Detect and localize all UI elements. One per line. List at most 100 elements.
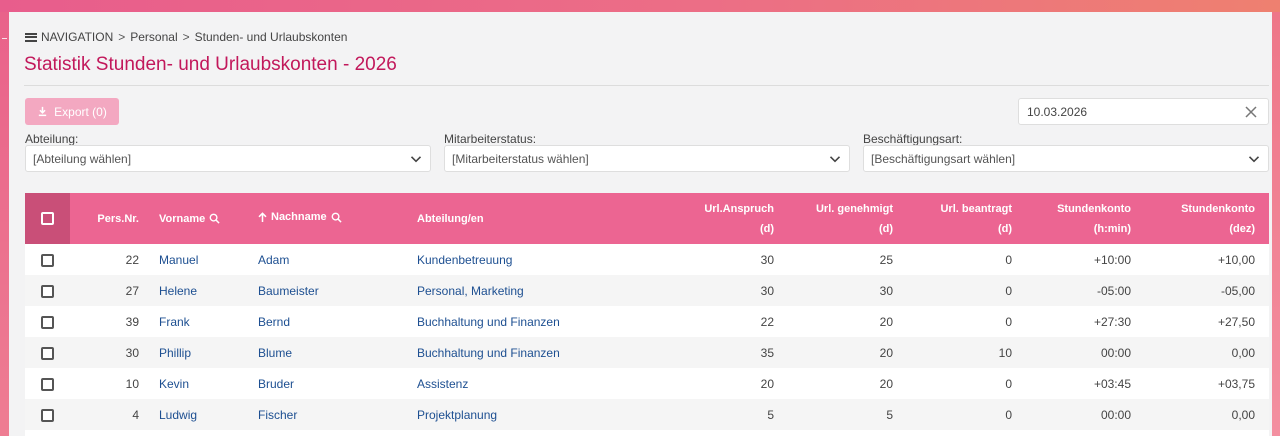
row-select-cell (25, 399, 70, 430)
row-checkbox[interactable] (41, 315, 54, 329)
header-genehmigt-line1: Url. genehmigt (815, 202, 893, 215)
cell-abteilung[interactable]: Kundenbetreuung (411, 244, 681, 275)
table-row[interactable]: 10 Kevin Bruder Assistenz 20 20 0 +03:45… (25, 368, 1269, 399)
export-button[interactable]: Export (0) (25, 98, 119, 125)
breadcrumb-separator-icon: > (118, 30, 126, 44)
cell-genehmigt: 20 (879, 376, 893, 391)
hamburger-menu-icon[interactable] (25, 32, 37, 42)
table-row[interactable]: 27 Helene Baumeister Personal, Marketing… (25, 275, 1269, 306)
cell-abteilung[interactable]: Personal, Marketing (411, 275, 681, 306)
cell-vorname[interactable]: Helene (153, 275, 252, 306)
chevron-down-icon (410, 156, 422, 163)
side-menu-tick (2, 38, 7, 39)
sort-ascending-icon (258, 211, 267, 222)
cell-anspruch: 20 (760, 376, 774, 391)
row-checkbox[interactable] (41, 346, 54, 360)
cell-anspruch: 30 (760, 252, 774, 267)
header-vorname[interactable]: Vorname (153, 193, 252, 244)
cell-konto-dez: -05,00 (1220, 283, 1255, 298)
table-row[interactable]: 30 Phillip Blume Buchhaltung und Finanze… (25, 337, 1269, 368)
header-persnr[interactable]: Pers.Nr. (70, 193, 153, 244)
row-checkbox[interactable] (41, 284, 54, 298)
status-select[interactable]: [Mitarbeiterstatus wählen] (444, 145, 850, 172)
breadcrumb: NAVIGATION > Personal > Stunden- und Url… (25, 29, 347, 45)
select-all-cell (25, 193, 70, 244)
download-icon (38, 106, 47, 117)
cell-nachname[interactable]: Adam (252, 244, 411, 275)
search-icon[interactable] (331, 212, 342, 223)
chevron-down-icon (1248, 156, 1260, 163)
header-abteilung[interactable]: Abteilung/en (411, 193, 681, 244)
side-menu-bar[interactable] (0, 12, 9, 436)
employment-select[interactable]: [Beschäftigungsart wählen] (863, 145, 1269, 172)
right-accent-bar (1272, 12, 1280, 436)
page-title: Statistik Stunden- und Urlaubskonten - 2… (24, 54, 397, 75)
cell-nachname[interactable]: Blume (252, 337, 411, 368)
cell-vorname[interactable]: Phillip (153, 337, 252, 368)
breadcrumb-personal[interactable]: Personal (130, 30, 177, 44)
row-select-cell (25, 306, 70, 337)
export-button-label: Export (0) (54, 104, 107, 119)
department-select[interactable]: [Abteilung wählen] (25, 145, 431, 172)
header-nachname[interactable]: Nachname (252, 193, 411, 244)
cell-persnr: 27 (125, 283, 139, 298)
row-checkbox[interactable] (41, 253, 54, 267)
cell-vorname[interactable]: Frank (153, 306, 252, 337)
table-row[interactable]: 4 Ludwig Fischer Projektplanung 5 5 0 00… (25, 399, 1269, 430)
header-beantragt-line1: Url. beantragt (940, 202, 1012, 215)
cell-konto-hmin: +27:30 (1093, 314, 1131, 329)
employment-select-value: [Beschäftigungsart wählen] (871, 151, 1016, 166)
clear-date-icon[interactable] (1244, 105, 1258, 119)
row-checkbox[interactable] (41, 408, 54, 422)
row-checkbox[interactable] (41, 377, 54, 391)
cell-konto-dez: +03,75 (1217, 376, 1255, 391)
cell-konto-hmin: 00:00 (1100, 345, 1131, 360)
table-row[interactable]: 22 Manuel Adam Kundenbetreuung 30 25 0 +… (25, 244, 1269, 275)
header-beantragt[interactable]: Url. beantragt (d) (907, 193, 1026, 244)
header-anspruch[interactable]: Url.Anspruch (d) (681, 193, 788, 244)
breadcrumb-navigation[interactable]: NAVIGATION (41, 30, 113, 44)
header-konto-hmin-line2: (h:min) (1093, 222, 1131, 235)
header-anspruch-line2: (d) (759, 222, 774, 235)
cell-genehmigt: 5 (886, 407, 893, 422)
cell-persnr: 22 (125, 252, 139, 267)
row-select-cell (25, 337, 70, 368)
table-header-row: Pers.Nr. Vorname Nachname Abteilung/en U… (25, 193, 1269, 244)
select-all-checkbox[interactable] (41, 212, 54, 226)
header-nachname-label: Nachname (271, 211, 327, 224)
cell-konto-hmin: 00:00 (1100, 407, 1131, 422)
header-konto-hmin[interactable]: Stundenkonto (h:min) (1026, 193, 1145, 244)
cell-beantragt: 0 (1005, 314, 1012, 329)
department-filter-label: Abteilung: (25, 132, 79, 146)
cell-genehmigt: 20 (879, 314, 893, 329)
cell-abteilung[interactable]: Projektplanung (411, 399, 681, 430)
date-input-value: 10.03.2026 (1027, 104, 1088, 119)
status-filter-label: Mitarbeiterstatus: (444, 132, 537, 146)
cell-vorname[interactable]: Kevin (153, 368, 252, 399)
cell-beantragt: 0 (1005, 376, 1012, 391)
cell-nachname[interactable]: Fischer (252, 399, 411, 430)
row-select-cell (25, 244, 70, 275)
cell-vorname[interactable]: Manuel (153, 244, 252, 275)
cell-nachname[interactable]: Bernd (252, 306, 411, 337)
table-row[interactable]: 39 Frank Bernd Buchhaltung und Finanzen … (25, 306, 1269, 337)
search-icon[interactable] (209, 213, 220, 224)
header-genehmigt[interactable]: Url. genehmigt (d) (788, 193, 907, 244)
cell-nachname[interactable]: Bruder (252, 368, 411, 399)
cell-anspruch: 35 (760, 345, 774, 360)
cell-nachname[interactable]: Baumeister (252, 275, 411, 306)
cell-abteilung[interactable]: Assistenz (411, 368, 681, 399)
cell-konto-dez: 0,00 (1231, 407, 1255, 422)
cell-konto-hmin: +03:45 (1093, 376, 1131, 391)
cell-abteilung[interactable]: Buchhaltung und Finanzen (411, 337, 681, 368)
cell-persnr: 10 (125, 376, 139, 391)
date-input[interactable]: 10.03.2026 (1018, 98, 1269, 125)
cell-konto-hmin: -05:00 (1096, 283, 1131, 298)
cell-abteilung[interactable]: Buchhaltung und Finanzen (411, 306, 681, 337)
row-select-cell (25, 368, 70, 399)
cell-beantragt: 0 (1005, 407, 1012, 422)
cell-vorname[interactable]: Ludwig (153, 399, 252, 430)
cell-persnr: 4 (132, 407, 139, 422)
header-konto-hmin-line1: Stundenkonto (1057, 202, 1131, 215)
header-konto-dez[interactable]: Stundenkonto (dez) (1145, 193, 1269, 244)
